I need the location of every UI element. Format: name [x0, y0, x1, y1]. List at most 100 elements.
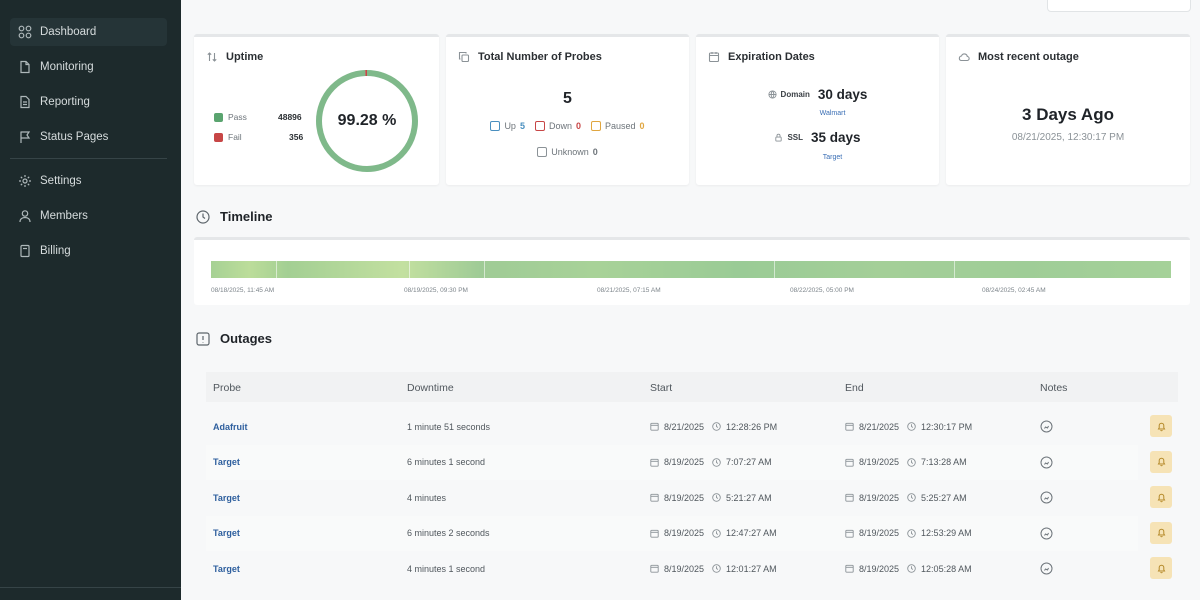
- probes-card: Total Number of Probes 5 Up 5 Down 0 Pau…: [446, 34, 689, 185]
- downtime-cell: 6 minutes 2 seconds: [407, 528, 490, 538]
- top-right-control[interactable]: [1047, 0, 1191, 12]
- clock-icon: [907, 564, 916, 573]
- notes-cell: [1040, 409, 1053, 444]
- ssl-probe-link[interactable]: Target: [696, 154, 939, 161]
- globe-icon: [767, 90, 777, 99]
- calendar-icon: [708, 51, 720, 63]
- downtime-cell: 4 minutes: [407, 492, 447, 503]
- copy-icon: [458, 51, 470, 63]
- calendar-icon: [845, 458, 854, 467]
- down-arrow-icon: [534, 121, 545, 131]
- notes-cell: [1040, 480, 1053, 515]
- acknowledge-button[interactable]: [1150, 521, 1172, 544]
- timeline-label: 08/21/2025, 07:15 AM: [597, 287, 661, 294]
- clock-icon: [712, 528, 721, 538]
- probes-card-title: Total Number of Probes: [458, 51, 602, 63]
- domain-expiration: Domain 30 days: [696, 87, 939, 102]
- probes-up-stat: Up 5: [490, 121, 525, 131]
- pass-swatch: [214, 112, 223, 122]
- outage-timestamp: 08/21/2025, 12:30:17 PM: [1011, 132, 1125, 143]
- probe-link[interactable]: Target: [213, 528, 240, 538]
- calendar-icon: [845, 529, 854, 538]
- notes-chat-icon[interactable]: [1040, 527, 1053, 540]
- sidebar-item-label: Settings: [40, 175, 82, 187]
- sidebar-divider: [10, 158, 167, 159]
- sidebar-item-dashboard[interactable]: Dashboard: [10, 18, 167, 46]
- clock-icon: [907, 457, 916, 467]
- notes-chat-icon[interactable]: [1040, 491, 1053, 504]
- acknowledge-button[interactable]: [1150, 450, 1172, 473]
- sort-arrows-icon: [206, 51, 218, 63]
- start-cell: 8/19/2025 12:47:27 AM: [650, 516, 777, 551]
- outage-time-ago: 3 Days Ago: [1022, 105, 1114, 124]
- table-row: Target 4 minutes 1 second 8/19/2025 12:0…: [206, 551, 1172, 586]
- end-cell: 8/19/2025 12:53:29 AM: [845, 516, 972, 551]
- sidebar-item-status-pages[interactable]: Status Pages: [10, 123, 167, 151]
- timeline-tick: [409, 261, 410, 278]
- timeline-panel: 08/18/2025, 11:45 AM 08/19/2025, 09:30 P…: [194, 237, 1190, 305]
- end-cell: 8/19/2025 7:13:28 AM: [845, 445, 967, 480]
- user-icon: [18, 209, 32, 223]
- domain-probe-link[interactable]: Walmart: [696, 110, 939, 117]
- column-header-end[interactable]: End: [845, 382, 864, 394]
- downtime-cell: 1 minute 51 seconds: [407, 421, 491, 432]
- probe-link[interactable]: Target: [213, 493, 240, 503]
- lock-icon: [774, 133, 783, 142]
- timeline-label: 08/24/2025, 02:45 AM: [982, 287, 1046, 294]
- sidebar-item-label: Billing: [40, 245, 71, 257]
- column-header-notes[interactable]: Notes: [1040, 382, 1067, 394]
- expiration-card: Expiration Dates Domain 30 days Walmart …: [696, 34, 939, 185]
- outages-heading: Outages: [196, 331, 272, 346]
- timeline-label: 08/18/2025, 11:45 AM: [211, 287, 275, 294]
- notes-cell: [1040, 551, 1053, 586]
- bell-icon: [1157, 564, 1165, 573]
- billing-icon: [18, 244, 32, 258]
- monitoring-icon: [18, 60, 32, 74]
- sidebar-item-label: Members: [40, 210, 88, 222]
- notes-cell: [1040, 445, 1053, 480]
- sidebar-item-monitoring[interactable]: Monitoring: [10, 53, 167, 81]
- alert-icon: [196, 331, 210, 346]
- sidebar-item-reporting[interactable]: Reporting: [10, 88, 167, 116]
- notes-chat-icon[interactable]: [1040, 420, 1053, 433]
- notes-chat-icon[interactable]: [1040, 562, 1053, 575]
- column-header-downtime[interactable]: Downtime: [407, 382, 454, 394]
- clock-icon: [712, 422, 721, 431]
- clock-icon: [712, 457, 721, 467]
- sidebar-item-billing[interactable]: Billing: [10, 237, 167, 265]
- probe-link[interactable]: Adafruit: [213, 422, 248, 432]
- bell-icon: [1157, 422, 1165, 431]
- ssl-expiration: SSL 35 days: [696, 130, 939, 145]
- clock-icon: [907, 493, 916, 502]
- flag-icon: [18, 130, 32, 144]
- fail-legend: Fail: [214, 132, 294, 142]
- sidebar-bottom-divider: [0, 587, 181, 588]
- acknowledge-button[interactable]: [1150, 415, 1172, 437]
- uptime-card: Uptime Pass 48896 Fail 356 99.28 %: [194, 34, 439, 185]
- probe-link[interactable]: Target: [213, 564, 240, 574]
- probe-link[interactable]: Target: [213, 457, 240, 467]
- fail-swatch: [214, 132, 223, 142]
- acknowledge-button[interactable]: [1150, 557, 1172, 579]
- acknowledge-button[interactable]: [1150, 486, 1172, 508]
- clock-icon: [712, 493, 721, 502]
- start-cell: 8/21/2025 12:28:26 PM: [650, 409, 777, 444]
- timeline-tick: [484, 261, 485, 278]
- timeline-bar[interactable]: [211, 261, 1171, 278]
- bell-icon: [1157, 493, 1165, 502]
- column-header-start[interactable]: Start: [650, 382, 672, 394]
- pass-count: 48896: [278, 112, 302, 122]
- probes-paused-stat: Paused 0: [591, 121, 645, 131]
- clock-icon: [712, 564, 721, 573]
- sidebar-item-settings[interactable]: Settings: [10, 167, 167, 195]
- recent-outage-card-title: Most recent outage: [958, 51, 1079, 63]
- cloud-icon: [958, 51, 970, 63]
- calendar-icon: [845, 422, 854, 431]
- end-cell: 8/21/2025 12:30:17 PM: [845, 409, 972, 444]
- column-header-probe[interactable]: Probe: [213, 382, 241, 394]
- table-row: Target 6 minutes 1 second 8/19/2025 7:07…: [206, 444, 1172, 480]
- notes-chat-icon[interactable]: [1040, 456, 1053, 469]
- bell-icon: [1157, 528, 1165, 538]
- sidebar-item-members[interactable]: Members: [10, 202, 167, 230]
- up-arrow-icon: [490, 121, 501, 131]
